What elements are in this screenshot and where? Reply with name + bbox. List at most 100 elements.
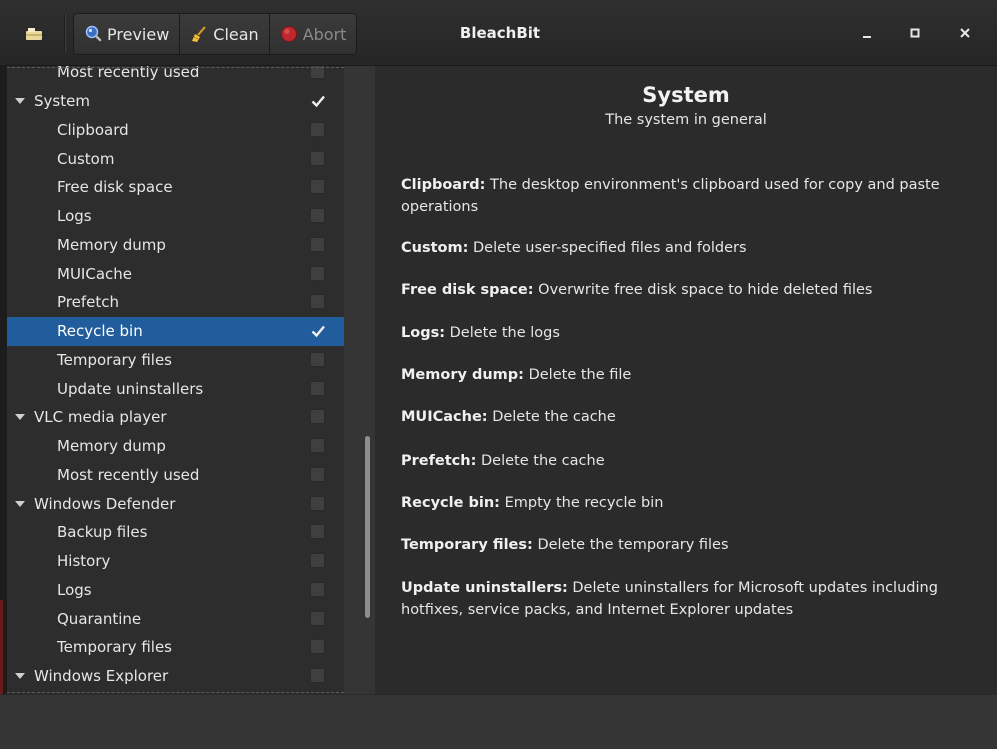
tree-option-row[interactable]: Logs	[7, 202, 344, 231]
stop-icon	[280, 25, 298, 43]
option-description-text: Delete the file	[528, 367, 632, 383]
tree-option-row[interactable]: Most recently used	[7, 66, 344, 87]
detail-pane: System The system in general Clipboard: …	[375, 66, 997, 694]
option-description: Update uninstallers: Delete uninstallers…	[401, 577, 961, 621]
maximize-button[interactable]	[904, 22, 926, 44]
tree-row-checkbox[interactable]	[310, 610, 325, 626]
tree-option-row[interactable]: Custom	[7, 144, 344, 173]
option-description: Memory dump: Delete the file	[401, 364, 961, 386]
option-description-name: Memory dump:	[401, 367, 524, 383]
option-description-text: Overwrite free disk space to hide delete…	[538, 282, 873, 298]
tree-row-checkbox[interactable]	[310, 208, 325, 224]
option-description-text: Delete the logs	[449, 325, 560, 341]
tree-row-checkbox[interactable]	[310, 553, 325, 569]
window-title: BleachBit	[459, 24, 541, 42]
tree-row-checkbox[interactable]	[310, 93, 325, 108]
tree-row-checkbox[interactable]	[310, 524, 325, 540]
option-description-text: Delete the temporary files	[537, 537, 729, 553]
option-description-name: Temporary files:	[401, 537, 533, 553]
tree-row-checkbox[interactable]	[310, 495, 325, 511]
option-description-name: Recycle bin:	[401, 495, 500, 511]
close-button[interactable]	[954, 22, 976, 44]
tree-group-row[interactable]: Windows Defender	[7, 489, 344, 518]
option-description-name: MUICache:	[401, 409, 488, 425]
abort-button[interactable]: Abort	[270, 14, 357, 54]
tree-row-label: Custom	[57, 149, 115, 168]
tree-row-label: Most recently used	[57, 66, 200, 82]
tree-option-row[interactable]: Backup files	[7, 518, 344, 547]
expander-arrow-icon[interactable]	[15, 673, 25, 680]
tree-row-checkbox[interactable]	[310, 323, 325, 338]
tree-group-row[interactable]: VLC media player	[7, 403, 344, 432]
option-description: Recycle bin: Empty the recycle bin	[401, 492, 961, 514]
tree-option-row[interactable]: Temporary files	[7, 346, 344, 375]
tree-option-row[interactable]: Update uninstallers	[7, 374, 344, 403]
tree-row-checkbox[interactable]	[310, 380, 325, 396]
tree-option-row[interactable]: Prefetch	[7, 288, 344, 317]
option-description: Logs: Delete the logs	[401, 322, 961, 344]
option-description-name: Logs:	[401, 325, 446, 341]
tree-row-label: Most recently used	[57, 465, 200, 484]
tree-row-checkbox[interactable]	[310, 466, 325, 482]
tree-row-label: Memory dump	[57, 235, 166, 254]
tree-group-row[interactable]: System	[7, 87, 344, 116]
header-bar: Preview Clean Abort BleachBit	[0, 0, 997, 66]
window-left-accent	[0, 600, 3, 694]
tree-option-row[interactable]: History	[7, 547, 344, 576]
broom-icon	[190, 25, 208, 43]
detail-title: System	[642, 83, 730, 107]
option-description: Custom: Delete user-specified files and …	[401, 237, 961, 259]
tree-option-row[interactable]: Quarantine	[7, 604, 344, 633]
tree-option-row[interactable]: Clipboard	[7, 116, 344, 145]
checkmark-icon	[311, 325, 325, 338]
tree-row-checkbox[interactable]	[310, 150, 325, 166]
header-separator	[64, 14, 66, 52]
tree-row-label: Backup files	[57, 523, 148, 542]
option-description: MUICache: Delete the cache	[401, 406, 961, 428]
option-description: Temporary files: Delete the temporary fi…	[401, 534, 961, 556]
tree-row-checkbox[interactable]	[310, 236, 325, 252]
checkmark-icon	[311, 95, 325, 108]
clean-button[interactable]: Clean	[180, 14, 270, 54]
tree-row-label: Recycle bin	[57, 322, 143, 341]
tree-option-row[interactable]: Most recently used	[7, 461, 344, 490]
tree-option-row[interactable]: Memory dump	[7, 231, 344, 260]
tree-row-label: Prefetch	[57, 293, 119, 312]
tree-row-checkbox[interactable]	[310, 66, 325, 80]
expander-arrow-icon[interactable]	[15, 414, 25, 421]
tree-option-row[interactable]: Logs	[7, 576, 344, 605]
tree-row-label: Clipboard	[57, 120, 129, 139]
status-bar	[0, 694, 997, 749]
tree-row-label: Quarantine	[57, 609, 142, 628]
tree-row-checkbox[interactable]	[310, 265, 325, 281]
tree-row-checkbox[interactable]	[310, 668, 325, 684]
tree-row-label: Update uninstallers	[57, 379, 204, 398]
preview-button[interactable]: Preview	[74, 14, 181, 54]
minimize-button[interactable]	[856, 22, 878, 44]
expander-arrow-icon[interactable]	[15, 98, 25, 105]
tree-option-row[interactable]: Memory dump	[7, 432, 344, 461]
tree-row-label: Memory dump	[57, 437, 166, 456]
tree-group-row[interactable]: Windows Explorer	[7, 662, 344, 691]
cleaner-tree: Most recently used System Clipboard Custom F…	[7, 66, 344, 691]
tree-option-row[interactable]: Temporary files	[7, 633, 344, 662]
tree-row-checkbox[interactable]	[310, 438, 325, 454]
tree-row-checkbox[interactable]	[310, 581, 325, 597]
option-description: Clipboard: The desktop environment's cli…	[401, 174, 961, 218]
tree-row-checkbox[interactable]	[310, 121, 325, 137]
tree-option-row[interactable]: MUICache	[7, 259, 344, 288]
tree-row-checkbox[interactable]	[310, 294, 325, 310]
tree-scrollbar-thumb[interactable]	[365, 436, 370, 618]
option-description-name: Prefetch:	[401, 453, 477, 469]
tree-option-row[interactable]: Free disk space	[7, 173, 344, 202]
tree-row-checkbox[interactable]	[310, 639, 325, 655]
tree-row-checkbox[interactable]	[310, 179, 325, 195]
option-description: Free disk space: Overwrite free disk spa…	[401, 279, 961, 301]
tree-option-row[interactable]: Recycle bin	[7, 316, 344, 346]
tree-row-checkbox[interactable]	[310, 409, 325, 425]
cleaner-tree-pane[interactable]: Most recently used System Clipboard Custom F…	[7, 66, 344, 694]
option-description-text: Empty the recycle bin	[504, 495, 664, 511]
tree-row-checkbox[interactable]	[310, 351, 325, 367]
expander-arrow-icon[interactable]	[15, 500, 25, 507]
option-description-name: Free disk space:	[401, 282, 534, 298]
